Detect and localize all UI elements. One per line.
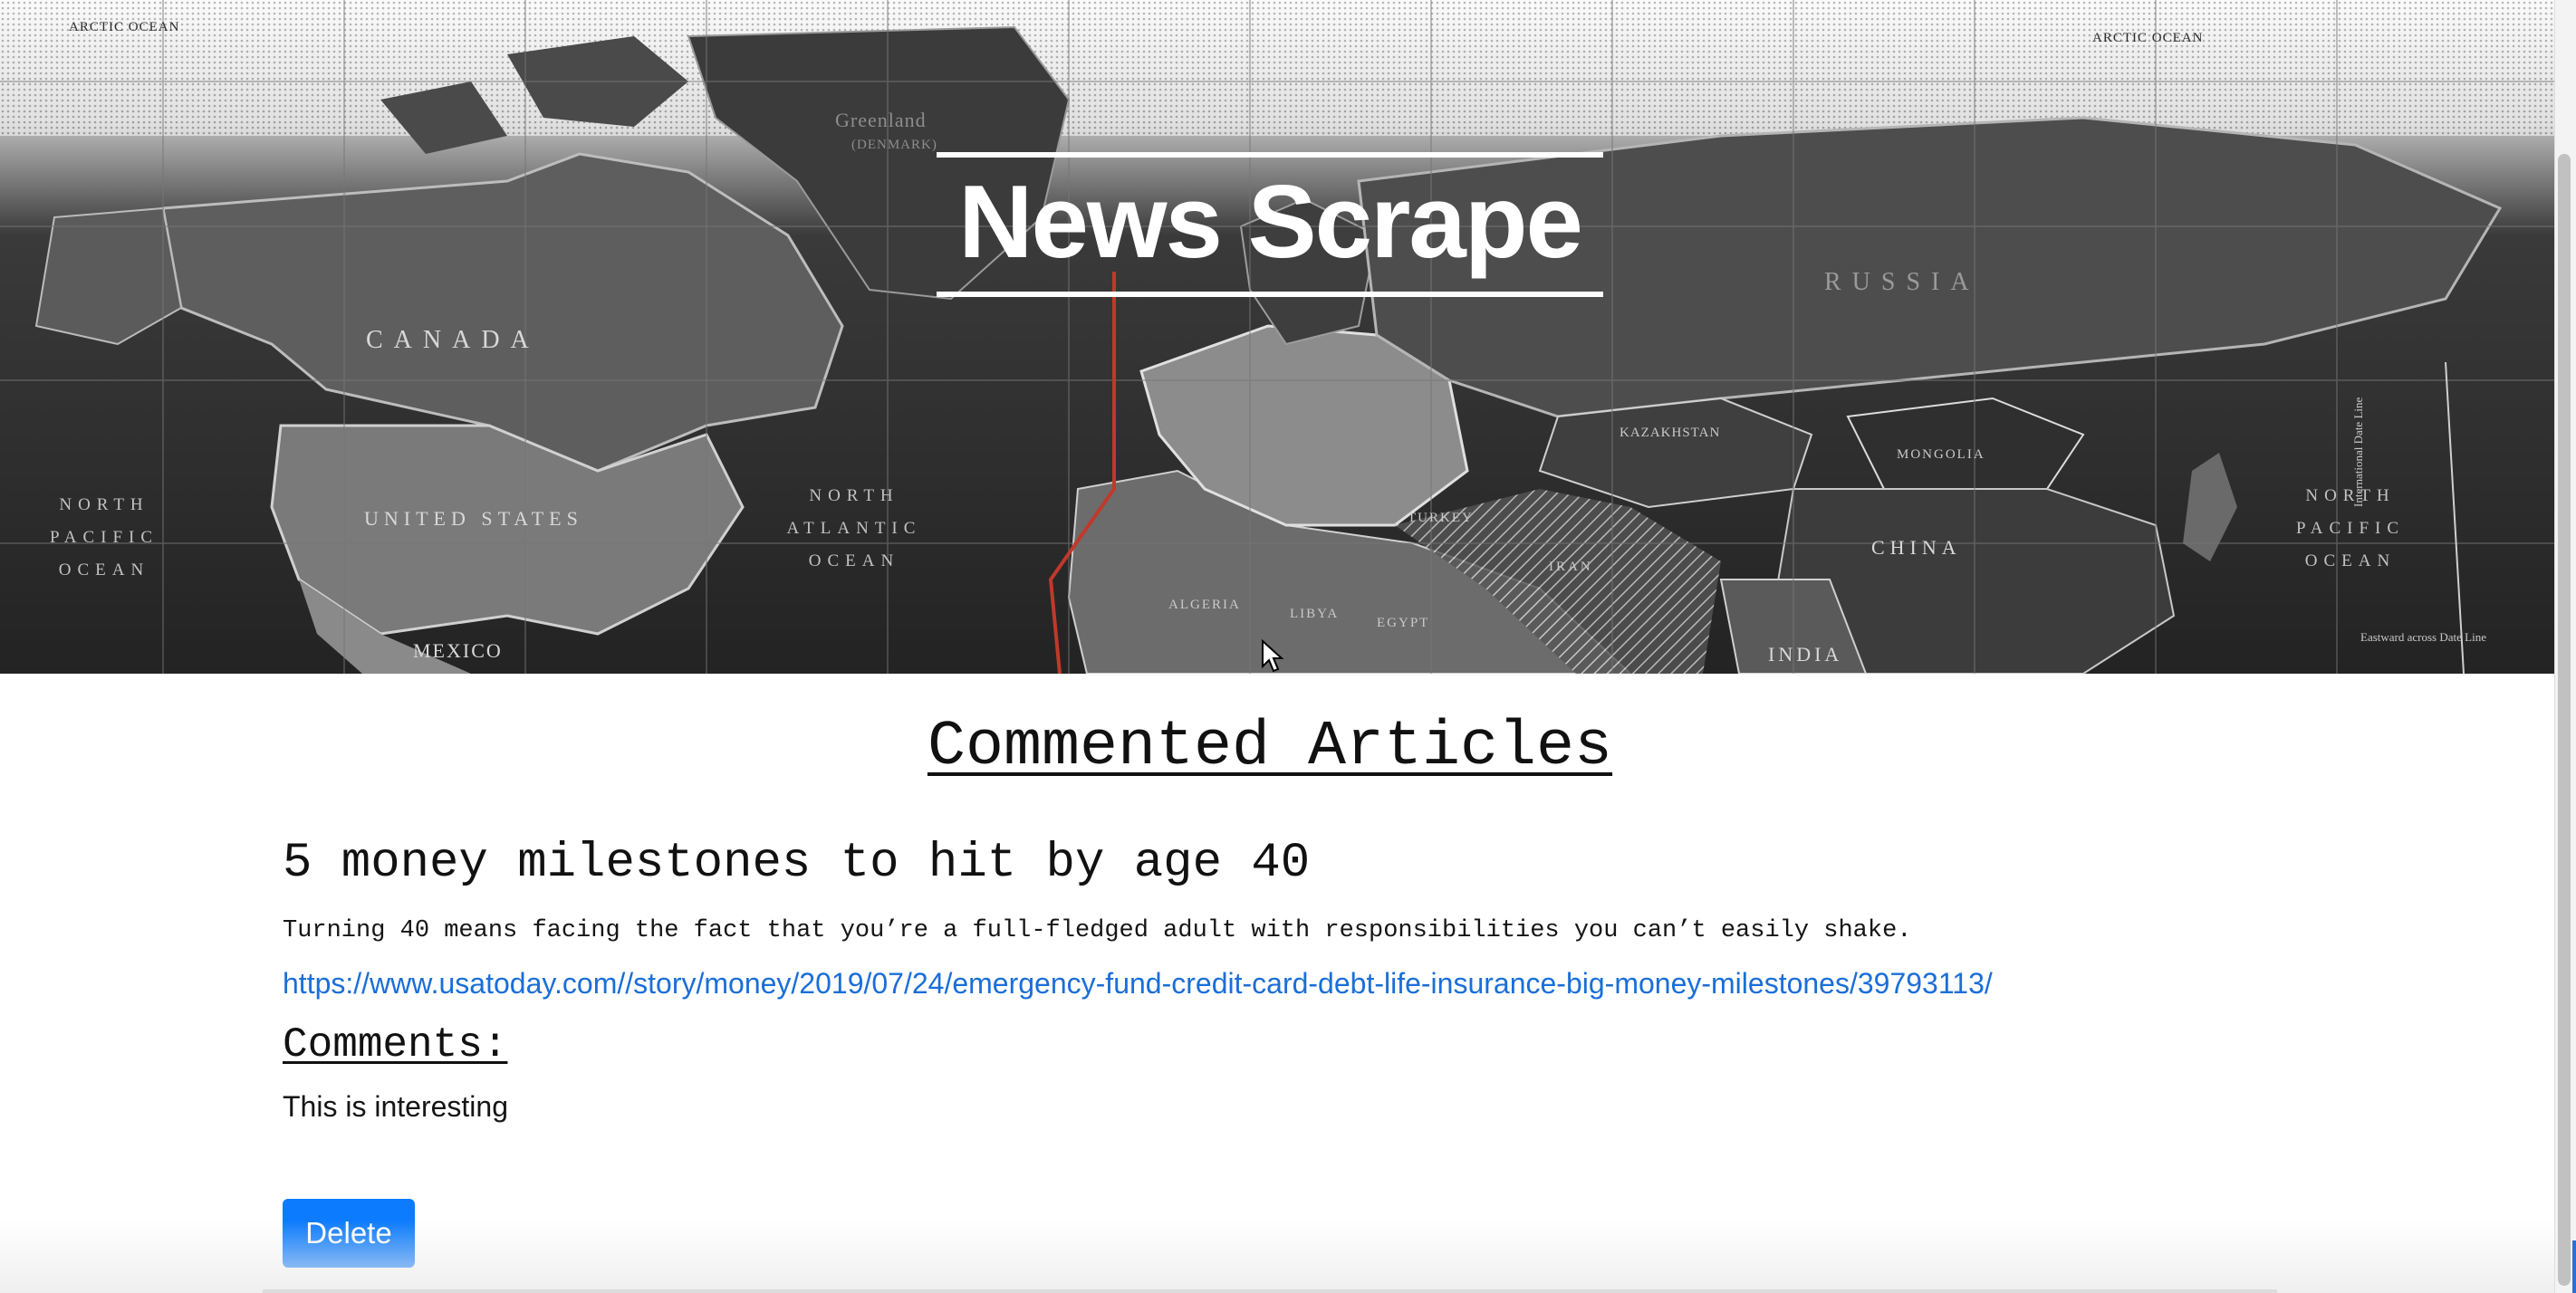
map-label-canada: CANADA [366, 326, 540, 354]
map-label-eastward: Eastward across Date Line [2360, 630, 2486, 644]
map-label-iran: IRAN [1549, 560, 1593, 574]
comment-text: This is interesting [283, 1090, 508, 1123]
header-hero: ARCTIC OCEAN ARCTIC OCEAN Greenland (DEN… [0, 0, 2554, 674]
article-headline: 5 money milestones to hit by age 40 [283, 836, 1311, 891]
main-content: Commented Articles 5 money milestones to… [0, 674, 2554, 1293]
site-title: News Scrape [958, 165, 1583, 280]
title-rule-bottom [937, 292, 1603, 297]
map-label-india: INDIA [1768, 643, 1843, 666]
section-title: Commented Articles [927, 712, 1613, 783]
comments-heading: Comments: [283, 1021, 508, 1068]
map-label-china: CHINA [1871, 536, 1962, 559]
map-label-united-states: UNITED STATES [364, 507, 583, 530]
title-rule-top [937, 152, 1603, 158]
article-link[interactable]: https://www.usatoday.com//story/money/20… [283, 965, 2275, 1001]
article-card: 5 money milestones to hit by age 40 Turn… [283, 835, 2275, 1268]
mouse-cursor-icon [1262, 639, 1284, 673]
scrollbar-thumb[interactable] [2558, 154, 2571, 1286]
bottom-edge [263, 1289, 2277, 1293]
map-label-north-pacific-left: NORTH PACIFIC OCEAN [49, 495, 159, 579]
map-label-mongolia: MONGOLIA [1897, 447, 1985, 462]
map-label-kazakhstan: KAZAKHSTAN [1620, 426, 1721, 440]
map-label-greenland: Greenland [835, 109, 927, 131]
map-label-north-atlantic: NORTH ATLANTIC OCEAN [786, 486, 922, 570]
map-label-arctic-left: ARCTIC OCEAN [69, 20, 180, 34]
site-title-block: News Scrape [937, 152, 1603, 297]
delete-button[interactable]: Delete [283, 1199, 415, 1268]
map-label-turkey: TURKEY [1408, 511, 1474, 525]
map-label-arctic-right: ARCTIC OCEAN [2092, 31, 2204, 45]
map-label-algeria: ALGERIA [1168, 598, 1241, 612]
map-label-libya: LIBYA [1290, 607, 1340, 621]
map-label-north-pacific-right: NORTH PACIFIC OCEAN [2295, 486, 2406, 570]
window-edge-accent [2572, 1240, 2576, 1293]
map-label-date-line: International Date Line [2351, 397, 2365, 507]
map-label-russia: RUSSIA [1824, 268, 1980, 296]
map-label-greenland-sub: (DENMARK) [851, 138, 937, 152]
map-label-egypt: EGYPT [1377, 616, 1430, 630]
map-label-mexico: MEXICO [413, 639, 503, 662]
page: ARCTIC OCEAN ARCTIC OCEAN Greenland (DEN… [0, 0, 2576, 1293]
article-summary: Turning 40 means facing the fact that yo… [283, 917, 1912, 944]
